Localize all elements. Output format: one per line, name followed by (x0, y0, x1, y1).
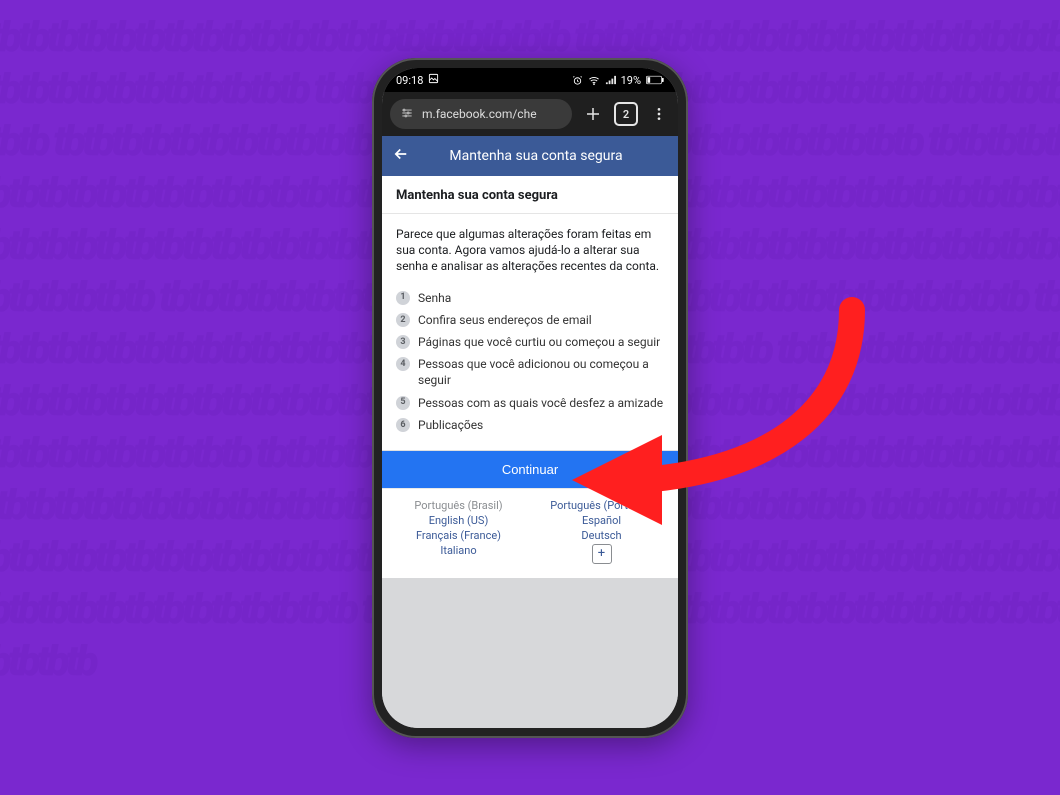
content-card: Mantenha sua conta segura Parece que alg… (382, 176, 678, 488)
continue-button[interactable]: Continuar (382, 450, 678, 488)
card-intro-text: Parece que algumas alterações foram feit… (396, 226, 664, 275)
step-item: 4 Pessoas que você adicionou ou começou a… (396, 353, 664, 391)
tab-count-value: 2 (623, 108, 629, 121)
card-title: Mantenha sua conta segura (382, 176, 678, 214)
status-time: 09:18 (396, 74, 423, 87)
browser-toolbar: m.facebook.com/che 2 (382, 92, 678, 136)
step-item: 6 Publicações (396, 414, 664, 436)
browser-menu-button[interactable] (648, 103, 670, 125)
step-item: 5 Pessoas com as quais você desfez a amiz… (396, 392, 664, 414)
step-item: 3 Páginas que você curtiu ou começou a se… (396, 331, 664, 353)
language-link[interactable]: Português (Portugal) (533, 499, 670, 512)
site-settings-icon (400, 106, 414, 123)
language-link[interactable]: Français (France) (390, 529, 527, 542)
new-tab-button[interactable] (582, 103, 604, 125)
camera-dot (525, 75, 535, 85)
step-number-badge: 1 (396, 291, 410, 305)
fb-header: Mantenha sua conta segura (382, 136, 678, 176)
steps-list: 1Senha2Confira seus endereços de email3P… (396, 287, 664, 436)
language-link[interactable]: English (US) (390, 514, 527, 527)
url-bar[interactable]: m.facebook.com/che (390, 99, 572, 129)
language-footer: Português (Brasil) Português (Portugal) En… (382, 488, 678, 578)
status-signal-icon (605, 75, 616, 86)
step-label: Páginas que você curtiu ou começou a seg… (418, 334, 660, 350)
tabs-button[interactable]: 2 (614, 102, 638, 126)
fb-header-title: Mantenha sua conta segura (422, 148, 668, 164)
step-label: Pessoas com as quais você desfez a amiza… (418, 395, 663, 411)
step-number-badge: 6 (396, 418, 410, 432)
status-battery-text: 19% (621, 74, 641, 87)
step-item: 2 Confira seus endereços de email (396, 309, 664, 331)
language-more-button[interactable]: + (592, 544, 612, 564)
empty-area (382, 578, 678, 728)
step-number-badge: 3 (396, 335, 410, 349)
phone-screen: 09:18 19% (382, 68, 678, 728)
step-label: Publicações (418, 417, 483, 433)
language-grid: Português (Brasil) Português (Portugal) En… (390, 499, 670, 564)
language-link[interactable]: Italiano (390, 544, 527, 564)
language-current: Português (Brasil) (390, 499, 527, 512)
status-battery-icon (646, 75, 664, 85)
step-label: Confira seus endereços de email (418, 312, 592, 328)
language-link[interactable]: Español (533, 514, 670, 527)
card-body: Parece que algumas alterações foram feit… (382, 214, 678, 450)
step-number-badge: 5 (396, 396, 410, 410)
phone-mockup: 09:18 19% (372, 58, 688, 738)
step-label: Senha (418, 290, 451, 306)
step-label: Pessoas que você adicionou ou começou a … (418, 356, 664, 388)
step-number-badge: 2 (396, 313, 410, 327)
back-button[interactable] (392, 145, 410, 167)
url-text: m.facebook.com/che (422, 107, 537, 121)
status-gallery-icon (428, 73, 439, 87)
status-wifi-icon (588, 75, 600, 86)
step-item: 1 Senha (396, 287, 664, 309)
status-alarm-icon (572, 75, 583, 86)
language-link[interactable]: Deutsch (533, 529, 670, 542)
step-number-badge: 4 (396, 357, 410, 371)
